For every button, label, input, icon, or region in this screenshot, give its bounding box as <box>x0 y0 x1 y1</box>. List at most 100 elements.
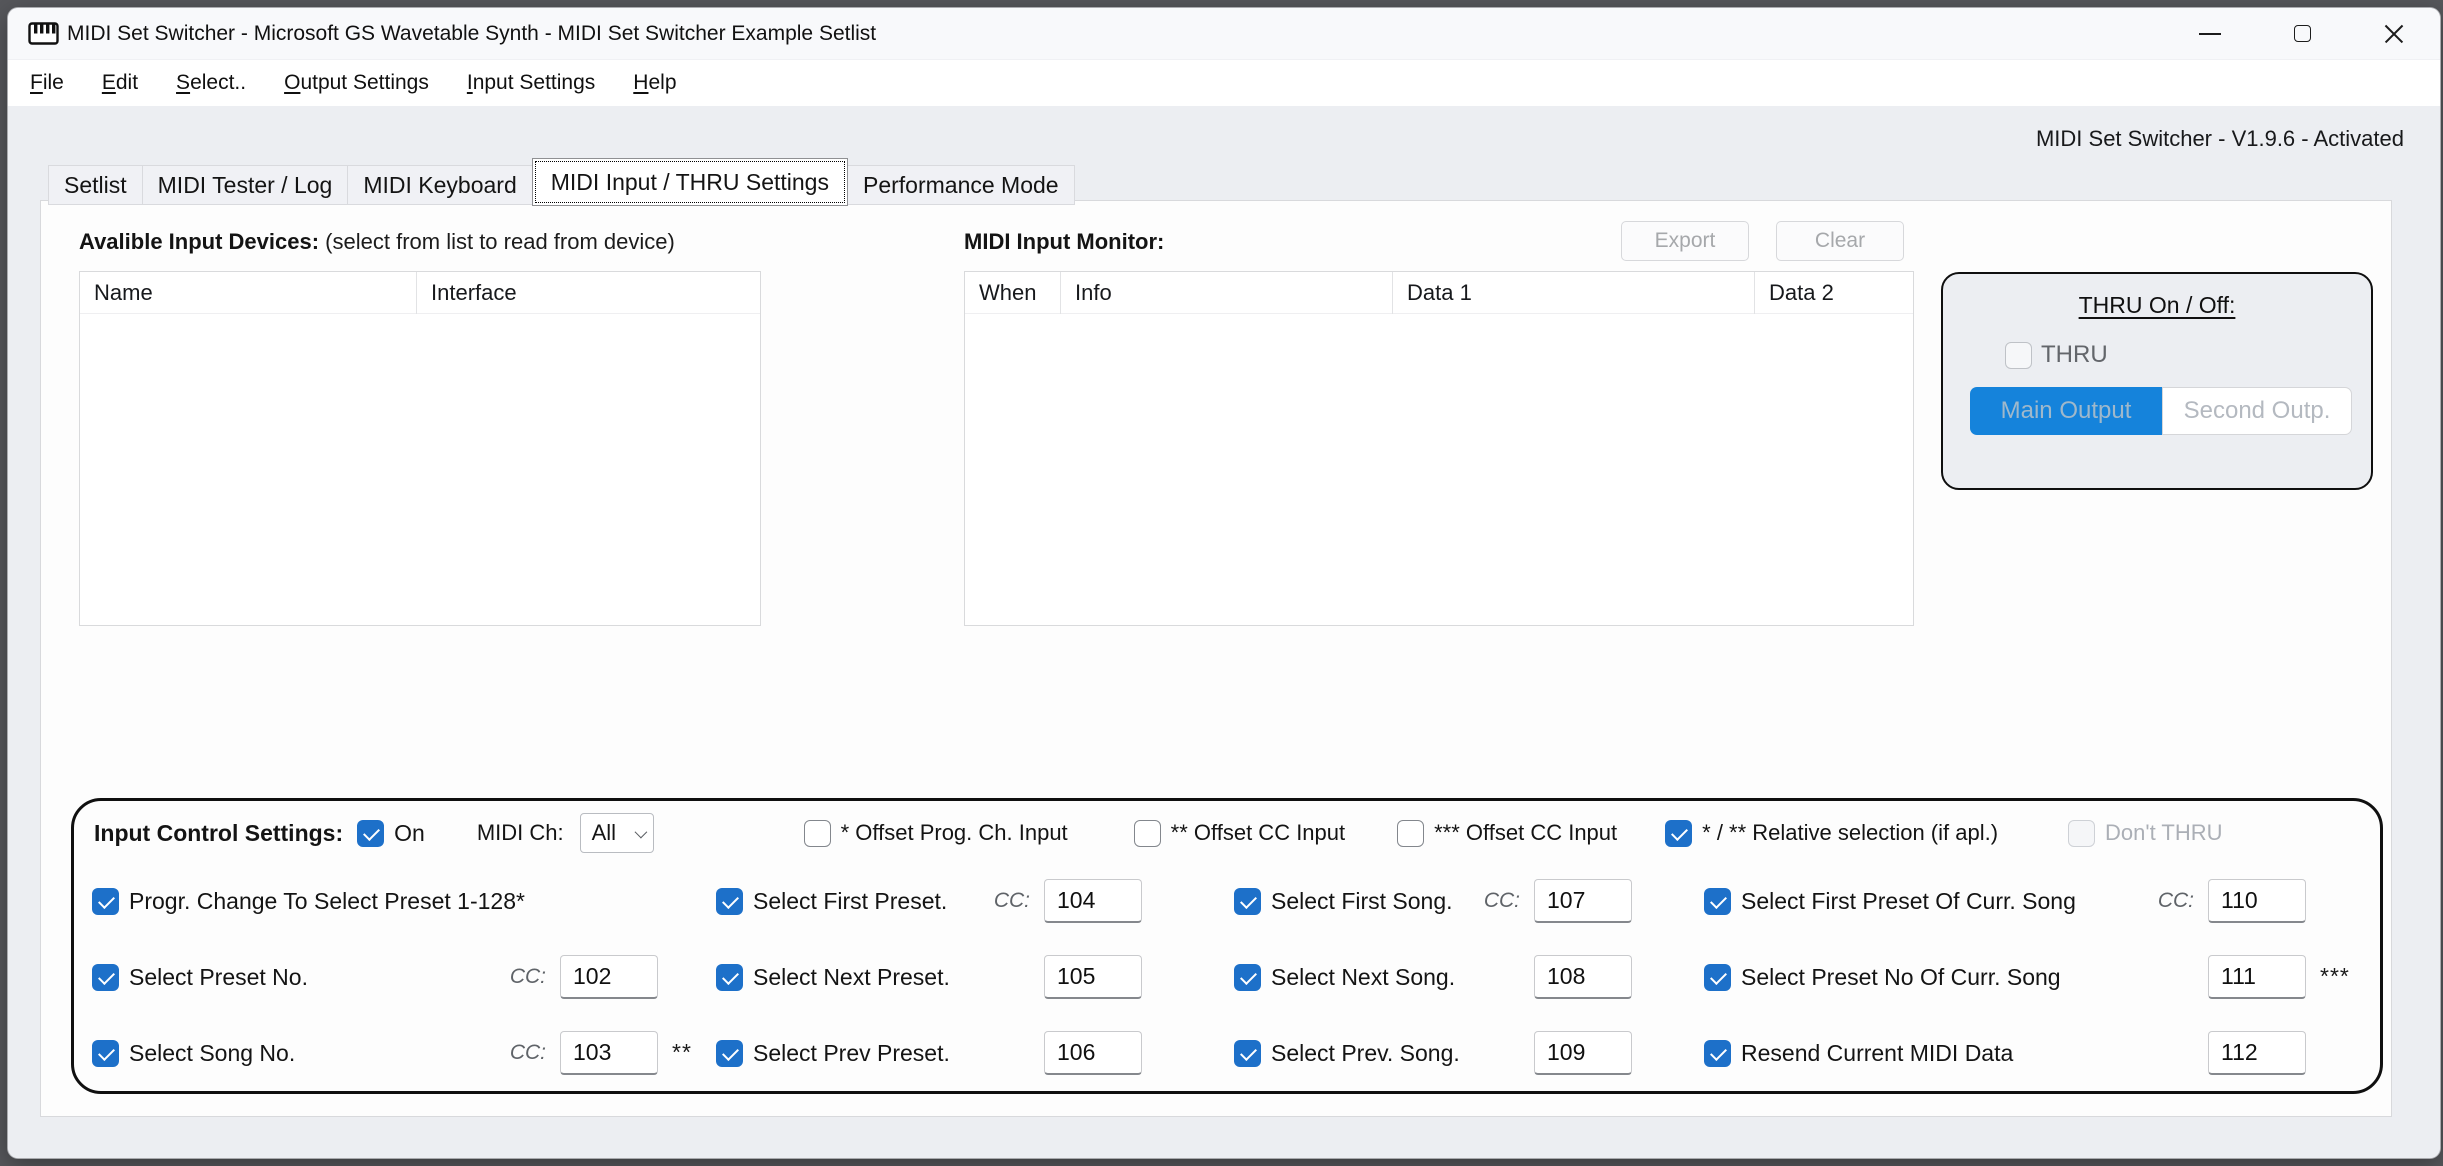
menu-select[interactable]: Select.. <box>176 71 246 95</box>
offset-cc-3-label: *** Offset CC Input <box>1434 820 1617 846</box>
on-checkbox[interactable] <box>357 820 384 847</box>
resend-current-midi-data-checkbox[interactable] <box>1704 1040 1731 1067</box>
select-first-song-cc-input[interactable] <box>1534 879 1632 923</box>
tab-strip: Setlist MIDI Tester / Log MIDI Keyboard … <box>48 158 1074 205</box>
cc-marker <box>1156 955 1192 963</box>
menu-file[interactable]: File <box>30 71 64 95</box>
title-bar[interactable]: MIDI Set Switcher - Microsoft GS Wavetab… <box>8 8 2440 60</box>
maximize-button[interactable] <box>2256 8 2348 60</box>
cc-label: CC: <box>1484 889 1520 913</box>
cc-marker <box>1156 1031 1192 1039</box>
tab-performance-mode[interactable]: Performance Mode <box>847 165 1075 205</box>
tab-midi-keyboard[interactable]: MIDI Keyboard <box>347 165 532 205</box>
select-next-preset-checkbox[interactable] <box>716 964 743 991</box>
select-first-song-checkbox[interactable] <box>1234 888 1261 915</box>
select-prev-song-cc-input[interactable] <box>1534 1031 1632 1075</box>
setting-label: Progr. Change To Select Preset 1-128* <box>129 888 525 915</box>
thru-checkbox[interactable] <box>2005 342 2032 369</box>
resend-current-midi-data-cc-input[interactable] <box>2208 1031 2306 1075</box>
option-relative-selection: * / ** Relative selection (if apl.) <box>1665 820 1998 847</box>
option-offset-prog-ch-input: * Offset Prog. Ch. Input <box>804 820 1068 847</box>
select-preset-no-cc-input[interactable] <box>560 955 658 999</box>
select-first-preset-curr-song-cc-input[interactable] <box>2208 879 2306 923</box>
monitor-heading: MIDI Input Monitor: <box>964 229 1164 255</box>
setting-select-prev-preset: Select Prev Preset. <box>716 1015 1234 1091</box>
setting-label: Select Prev Preset. <box>753 1040 950 1067</box>
devices-list-header: Name Interface <box>80 272 760 314</box>
select-next-song-cc-input[interactable] <box>1534 955 1632 999</box>
select-preset-no-checkbox[interactable] <box>92 964 119 991</box>
cc-label: CC: <box>510 1041 546 1065</box>
menu-output-settings[interactable]: Output Settings <box>284 71 429 95</box>
main-output-button[interactable]: Main Output <box>1970 387 2162 435</box>
setting-select-prev-song: Select Prev. Song. <box>1234 1015 1704 1091</box>
select-next-song-checkbox[interactable] <box>1234 964 1261 991</box>
input-control-top-row: Input Control Settings: On MIDI Ch: All … <box>74 801 2380 861</box>
input-control-settings-group: Input Control Settings: On MIDI Ch: All … <box>71 798 2383 1094</box>
second-output-button[interactable]: Second Outp. <box>2162 387 2352 435</box>
thru-output-buttons: Main Output Second Outp. <box>1970 387 2371 435</box>
relative-selection-checkbox[interactable] <box>1665 820 1692 847</box>
offset-cc-3-checkbox[interactable] <box>1397 820 1424 847</box>
menu-output-label: utput Settings <box>300 71 428 94</box>
monitor-column-data2[interactable]: Data 2 <box>1755 272 1913 314</box>
select-song-no-checkbox[interactable] <box>92 1040 119 1067</box>
tab-midi-tester-log[interactable]: MIDI Tester / Log <box>142 165 349 205</box>
cc-label: CC: <box>994 889 1030 913</box>
offset-prog-ch-checkbox[interactable] <box>804 820 831 847</box>
tab-setlist[interactable]: Setlist <box>48 165 143 205</box>
setting-label: Select Next Song. <box>1271 964 1455 991</box>
tab-midi-input-thru-settings[interactable]: MIDI Input / THRU Settings <box>532 158 848 206</box>
offset-prog-ch-label: * Offset Prog. Ch. Input <box>841 820 1068 846</box>
thru-checkbox-row: THRU <box>2005 341 2371 369</box>
cc-marker <box>2320 1031 2356 1039</box>
menu-input-settings[interactable]: Input Settings <box>467 71 595 95</box>
chevron-down-icon <box>634 825 647 838</box>
monitor-column-when[interactable]: When <box>965 272 1061 314</box>
setting-select-next-song: Select Next Song. <box>1234 939 1704 1015</box>
select-preset-no-curr-song-cc-input[interactable] <box>2208 955 2306 999</box>
window-title: MIDI Set Switcher - Microsoft GS Wavetab… <box>67 22 876 46</box>
cc-marker <box>1646 879 1682 887</box>
devices-heading-note: (select from list to read from device) <box>325 229 675 254</box>
minimize-button[interactable] <box>2164 8 2256 60</box>
monitor-column-data1[interactable]: Data 1 <box>1393 272 1755 314</box>
devices-column-name[interactable]: Name <box>80 272 417 314</box>
menu-edit-accesskey: E <box>102 71 116 94</box>
prog-change-checkbox[interactable] <box>92 888 119 915</box>
midi-ch-select[interactable]: All <box>580 813 654 853</box>
thru-title: THRU On / Off: <box>1943 292 2371 319</box>
devices-column-interface[interactable]: Interface <box>417 272 760 314</box>
offset-cc-2-checkbox[interactable] <box>1134 820 1161 847</box>
monitor-list[interactable]: When Info Data 1 Data 2 <box>964 271 1914 626</box>
select-first-preset-checkbox[interactable] <box>716 888 743 915</box>
menu-help[interactable]: Help <box>633 71 676 95</box>
thru-group-box: THRU On / Off: THRU Main Output Second O… <box>1941 272 2373 490</box>
menu-edit[interactable]: Edit <box>102 71 138 95</box>
clear-button[interactable]: Clear <box>1776 221 1904 261</box>
select-first-preset-cc-input[interactable] <box>1044 879 1142 923</box>
select-song-no-cc-input[interactable] <box>560 1031 658 1075</box>
select-next-preset-cc-input[interactable] <box>1044 955 1142 999</box>
close-button[interactable] <box>2348 8 2440 60</box>
devices-list[interactable]: Name Interface <box>79 271 761 626</box>
dont-thru-checkbox[interactable] <box>2068 820 2095 847</box>
setting-label: Select Preset No. <box>129 964 308 991</box>
select-prev-preset-checkbox[interactable] <box>716 1040 743 1067</box>
menu-help-accesskey: H <box>633 71 648 94</box>
cc-marker <box>672 955 708 963</box>
monitor-column-info[interactable]: Info <box>1061 272 1393 314</box>
select-first-preset-curr-song-checkbox[interactable] <box>1704 888 1731 915</box>
setting-select-next-preset: Select Next Preset. <box>716 939 1234 1015</box>
select-preset-no-curr-song-checkbox[interactable] <box>1704 964 1731 991</box>
setting-label: Resend Current MIDI Data <box>1741 1040 2013 1067</box>
select-prev-preset-cc-input[interactable] <box>1044 1031 1142 1075</box>
setting-label: Select Preset No Of Curr. Song <box>1741 964 2061 991</box>
option-dont-thru: Don't THRU <box>2068 820 2223 847</box>
setting-select-song-no: Select Song No. CC: ** <box>92 1015 716 1091</box>
select-prev-song-checkbox[interactable] <box>1234 1040 1261 1067</box>
export-button[interactable]: Export <box>1621 221 1749 261</box>
setting-label: Select Prev. Song. <box>1271 1040 1460 1067</box>
cc-label: CC: <box>2158 889 2194 913</box>
menu-input-label: nput Settings <box>473 71 596 94</box>
